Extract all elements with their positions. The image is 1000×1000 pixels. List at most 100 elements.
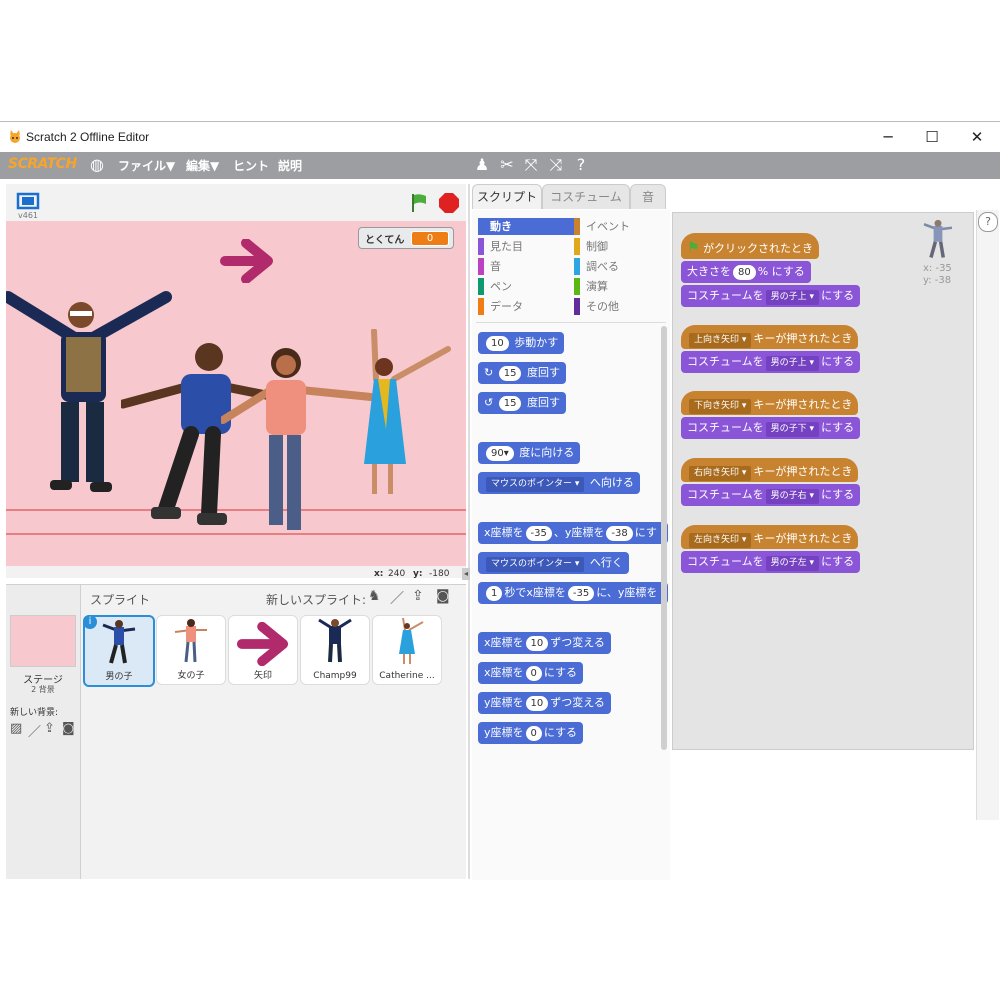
when-up-key-pressed-hat[interactable]: 上向き矢印 ▾ キーが押されたとき xyxy=(681,325,859,349)
shrink-icon[interactable]: ⤨ xyxy=(546,155,566,175)
minimize-button[interactable]: ─ xyxy=(866,124,910,150)
globe-icon[interactable]: ◍ xyxy=(87,155,107,174)
category-looks[interactable]: 見た目 xyxy=(478,238,576,255)
menu-about[interactable]: 説明 xyxy=(278,157,302,174)
key-dropdown[interactable]: 左向き矢印 ▾ xyxy=(689,533,752,548)
y-input[interactable]: 0 xyxy=(525,726,542,741)
category-motion[interactable]: 動き xyxy=(478,218,576,235)
sprite-thumb-catherine[interactable]: Catherine ... xyxy=(372,615,442,685)
block-switch-costume[interactable]: コスチュームを 男の子左 ▾ にする xyxy=(681,551,861,573)
cut-scissors-icon[interactable]: ✂ xyxy=(497,155,517,174)
category-operators[interactable]: 演算 xyxy=(574,278,672,295)
block-point-direction[interactable]: 90▾ 度に向ける xyxy=(478,442,581,464)
block-set-y[interactable]: y座標を 0 にする xyxy=(478,722,584,744)
block-change-y[interactable]: y座標を 10 ずつ変える xyxy=(478,692,611,714)
category-sound[interactable]: 音 xyxy=(478,258,576,275)
catherine-sprite[interactable] xyxy=(356,328,456,499)
costume-dropdown[interactable]: 男の子上 ▾ xyxy=(765,356,820,371)
scratch-logo[interactable]: SCRATCH xyxy=(8,156,77,172)
maximize-button[interactable]: ☐ xyxy=(910,124,954,150)
target-dropdown[interactable]: マウスのポインター ▾ xyxy=(486,477,585,492)
arrow-sprite[interactable] xyxy=(218,238,276,284)
block-move-steps[interactable]: 10 歩動かす xyxy=(478,332,565,354)
stage-canvas[interactable]: とくてん 0 xyxy=(6,221,466,566)
menu-edit[interactable]: 編集▼ xyxy=(186,157,219,174)
info-icon[interactable]: i xyxy=(83,615,97,629)
block-glide[interactable]: 1 秒でx座標を -35 に、y座標を xyxy=(478,582,668,604)
collapse-arrow-icon[interactable]: ◂ xyxy=(462,568,470,580)
category-events[interactable]: イベント xyxy=(574,218,672,235)
when-down-key-pressed-hat[interactable]: 下向き矢印 ▾ キーが押されたとき xyxy=(681,391,859,415)
costume-dropdown[interactable]: 男の子上 ▾ xyxy=(765,290,820,305)
degrees-input[interactable]: 15 xyxy=(498,366,522,381)
when-flag-clicked-hat[interactable]: ⚑ がクリックされたとき xyxy=(681,233,820,259)
target-dropdown[interactable]: マウスのポインター ▾ xyxy=(486,557,585,572)
block-set-x[interactable]: x座標を 0 にする xyxy=(478,662,584,684)
when-left-key-pressed-hat[interactable]: 左向き矢印 ▾ キーが押されたとき xyxy=(681,525,859,549)
backdrop-paint-icon[interactable]: ／ xyxy=(28,721,41,740)
degrees-input[interactable]: 15 xyxy=(498,396,522,411)
green-flag-icon[interactable] xyxy=(408,192,430,214)
x-input[interactable]: -35 xyxy=(567,586,595,601)
sprite-thumb-boy[interactable]: i 男の子 xyxy=(83,615,155,687)
tab-costumes[interactable]: コスチューム xyxy=(542,184,630,209)
block-switch-costume[interactable]: コスチュームを 男の子右 ▾ にする xyxy=(681,484,861,506)
x-input[interactable]: -35 xyxy=(525,526,552,541)
seconds-input[interactable]: 1 xyxy=(486,586,503,601)
change-input[interactable]: 10 xyxy=(525,696,549,711)
when-right-key-pressed-hat[interactable]: 右向き矢印 ▾ キーが押されたとき xyxy=(681,458,859,482)
backdrop-library-icon[interactable]: ▨ xyxy=(10,721,22,736)
sprite-library-icon[interactable]: ♞ xyxy=(368,588,381,604)
block-switch-costume[interactable]: コスチュームを 男の子上 ▾ にする xyxy=(681,285,861,307)
category-pen[interactable]: ペン xyxy=(478,278,576,295)
block-turn-left[interactable]: ↺ 15 度回す xyxy=(478,392,566,414)
y-input[interactable]: -38 xyxy=(606,526,633,541)
block-set-size[interactable]: 大きさを 80% にする xyxy=(681,261,811,283)
tab-scripts[interactable]: スクリプト xyxy=(472,184,542,209)
costume-dropdown[interactable]: 男の子下 ▾ xyxy=(765,422,820,437)
category-control[interactable]: 制御 xyxy=(574,238,672,255)
duplicate-stamp-icon[interactable]: ♟ xyxy=(472,155,492,174)
key-dropdown[interactable]: 右向き矢印 ▾ xyxy=(689,466,752,481)
costume-dropdown[interactable]: 男の子右 ▾ xyxy=(765,489,820,504)
fullscreen-icon[interactable] xyxy=(16,192,40,210)
block-point-towards[interactable]: マウスのポインター ▾ へ向ける xyxy=(478,472,640,494)
upload-icon[interactable]: ⇪ xyxy=(412,588,424,604)
menu-tips[interactable]: ヒント xyxy=(233,157,269,174)
x-input[interactable]: 0 xyxy=(525,666,542,681)
help-icon[interactable]: ? xyxy=(978,212,998,232)
size-input[interactable]: 80 xyxy=(733,265,756,280)
category-sensing[interactable]: 調べる xyxy=(574,258,672,275)
menu-file[interactable]: ファイル▼ xyxy=(118,157,175,174)
help-icon[interactable]: ? xyxy=(571,155,591,174)
block-turn-right[interactable]: ↻ 15 度回す xyxy=(478,362,566,384)
panel-splitter[interactable] xyxy=(468,184,470,879)
stage-thumbnail[interactable] xyxy=(10,615,76,667)
sprite-thumb-girl[interactable]: 女の子 xyxy=(156,615,226,685)
block-change-x[interactable]: x座標を 10 ずつ変える xyxy=(478,632,611,654)
block-goto[interactable]: マウスのポインター ▾ へ行く xyxy=(478,552,629,574)
paint-brush-icon[interactable]: ／ xyxy=(390,588,404,608)
close-button[interactable]: ✕ xyxy=(955,124,999,150)
right-scrollbar[interactable] xyxy=(976,210,999,820)
sprite-thumb-arrow[interactable]: 矢印 xyxy=(228,615,298,685)
backdrop-camera-icon[interactable]: ◙ xyxy=(62,721,75,736)
costume-dropdown[interactable]: 男の子左 ▾ xyxy=(765,556,820,571)
stop-icon[interactable] xyxy=(438,192,460,214)
steps-input[interactable]: 10 xyxy=(486,336,509,351)
change-input[interactable]: 10 xyxy=(525,636,549,651)
grow-icon[interactable]: ⤧ xyxy=(521,155,541,175)
key-dropdown[interactable]: 下向き矢印 ▾ xyxy=(689,399,752,414)
backdrop-upload-icon[interactable]: ⇪ xyxy=(44,721,55,736)
camera-icon[interactable]: ◙ xyxy=(436,588,450,604)
block-switch-costume[interactable]: コスチュームを 男の子下 ▾ にする xyxy=(681,417,861,439)
sprite-thumb-champ99[interactable]: Champ99 xyxy=(300,615,370,685)
category-data[interactable]: データ xyxy=(478,298,576,315)
category-more[interactable]: その他 xyxy=(574,298,672,315)
direction-input[interactable]: 90▾ xyxy=(486,446,514,461)
block-switch-costume[interactable]: コスチュームを 男の子上 ▾ にする xyxy=(681,351,861,373)
script-area[interactable]: x: -35 y: -38 ⚑ がクリックされたとき 大きさを 80% にする コ… xyxy=(672,212,974,750)
tab-sounds[interactable]: 音 xyxy=(630,184,666,209)
block-goto-xy[interactable]: x座標を -35 、y座標を -38 にす xyxy=(478,522,668,544)
key-dropdown[interactable]: 上向き矢印 ▾ xyxy=(689,333,752,348)
